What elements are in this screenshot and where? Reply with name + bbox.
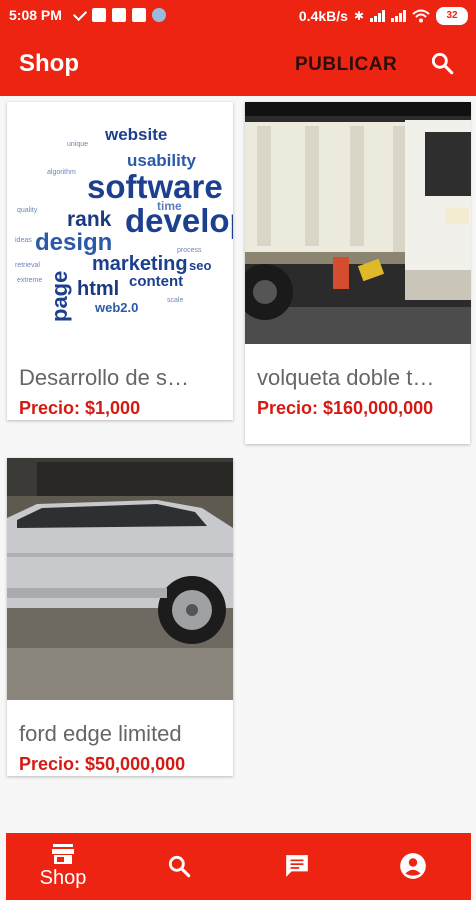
status-time: 5:08 PM	[9, 7, 62, 23]
nav-shop[interactable]: Shop	[23, 833, 103, 900]
svg-text:software: software	[87, 168, 223, 205]
svg-text:rank: rank	[67, 208, 112, 231]
svg-text:seo: seo	[189, 258, 211, 273]
svg-text:html: html	[77, 278, 119, 300]
svg-text:process: process	[177, 247, 202, 254]
status-right: 0.4kB/s ✱ 32	[299, 7, 468, 25]
notification-icon	[132, 8, 146, 22]
svg-text:retrieval: retrieval	[15, 262, 40, 269]
wifi-icon	[412, 9, 430, 23]
store-icon	[52, 844, 74, 864]
svg-text:web2.0: web2.0	[94, 300, 138, 315]
notification-icon	[112, 8, 126, 22]
product-name: Desarrollo de s…	[19, 365, 189, 390]
nav-account[interactable]	[373, 833, 453, 900]
notification-icons	[72, 6, 166, 22]
product-image-car	[7, 458, 233, 700]
svg-text:unique: unique	[67, 141, 88, 148]
product-image-truck	[245, 102, 471, 344]
svg-text:page: page	[47, 271, 72, 322]
svg-text:extreme: extreme	[17, 277, 42, 284]
product-price: Precio: $160,000,000	[257, 398, 434, 418]
product-card[interactable]: website usability software rank develop …	[7, 102, 233, 420]
svg-text:design: design	[35, 229, 112, 256]
product-card[interactable]: volqueta doble t… Precio: $160,000,000	[245, 102, 471, 444]
svg-text:ideas: ideas	[15, 237, 32, 244]
product-price: Precio: $1,000	[19, 398, 141, 418]
account-icon	[400, 853, 426, 879]
svg-text:algorithm: algorithm	[47, 169, 76, 176]
search-icon	[168, 855, 191, 878]
svg-text:time: time	[157, 199, 182, 213]
status-bar: 5:08 PM 0.4kB/s ✱ 32	[0, 0, 476, 32]
publish-button[interactable]: PUBLICAR	[295, 54, 397, 76]
product-name: volqueta doble t…	[257, 365, 435, 390]
network-speed: 0.4kB/s	[298, 8, 348, 24]
nav-search[interactable]	[139, 833, 219, 900]
bluetooth-icon: ✱	[353, 9, 364, 23]
product-name: ford edge limited	[19, 721, 182, 746]
notification-icon	[152, 8, 166, 22]
svg-text:quality: quality	[17, 207, 38, 214]
product-price: Precio: $50,000,000	[19, 754, 186, 774]
product-image-software: website usability software rank develop …	[7, 102, 233, 344]
svg-text:content: content	[129, 273, 183, 290]
notification-icon	[92, 8, 106, 22]
search-icon[interactable]	[429, 50, 455, 76]
nav-messages[interactable]	[257, 833, 337, 900]
svg-text:website: website	[104, 125, 167, 144]
svg-text:marketing: marketing	[92, 253, 188, 275]
page-title: Shop	[19, 50, 79, 77]
check-icon	[72, 6, 88, 22]
bottom-navigation: Shop	[6, 833, 471, 900]
svg-text:scale: scale	[167, 297, 183, 304]
signal-icon	[391, 10, 406, 22]
signal-icon	[370, 10, 385, 22]
product-card[interactable]: ford edge limited Precio: $50,000,000	[7, 458, 233, 776]
chat-icon	[286, 855, 308, 877]
battery-icon: 32	[436, 7, 468, 25]
nav-shop-label: Shop	[39, 867, 87, 889]
app-bar: Shop PUBLICAR	[0, 32, 476, 96]
